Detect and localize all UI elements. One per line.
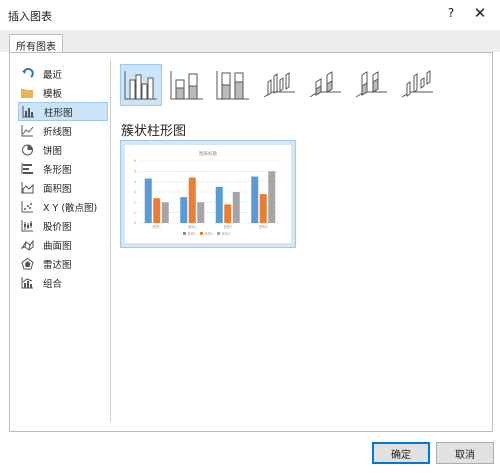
3d-clustered-column-icon	[262, 70, 296, 100]
sidebar-item-stock-chart[interactable]: 股价图	[18, 216, 108, 235]
sidebar-item-label: 条形图	[43, 164, 72, 176]
chart-preview: 图表标题 0 1 2 3 4 5 6 类别1 类别2 类别3 类别4 系列1 系列2 系列3	[125, 145, 291, 243]
bar-3-4	[268, 171, 276, 223]
sidebar-item-label: 饼图	[43, 145, 63, 157]
legend-label: 系列2	[205, 231, 213, 236]
chart-subtype-3d-clustered-column[interactable]	[258, 64, 300, 106]
legend-swatch	[200, 232, 203, 235]
sidebar-item-scatter-chart[interactable]: X Y (散点图)	[18, 197, 108, 216]
sidebar-item-surface-chart[interactable]: 曲面图	[18, 235, 108, 254]
sidebar-item-label: 最近	[43, 69, 63, 81]
bar-2-4	[259, 194, 267, 223]
chart-subtype-stacked-column[interactable]	[166, 64, 208, 106]
help-button[interactable]: ?	[444, 6, 458, 20]
sidebar-item-label: 股价图	[43, 221, 72, 233]
chart-subtype-3d-stacked-column[interactable]	[304, 64, 346, 106]
sidebar-item-bar-chart[interactable]: 条形图	[18, 159, 108, 178]
panel-divider	[110, 60, 111, 422]
tab-strip	[0, 30, 500, 52]
sidebar-item-column-chart[interactable]: 柱形图	[18, 102, 108, 121]
x-tick-label: 类别2	[188, 224, 196, 229]
sidebar-item-label: 面积图	[43, 183, 72, 195]
chart-subtype-100-stacked-column[interactable]	[212, 64, 254, 106]
combo-chart-icon	[20, 276, 34, 289]
bar-1-3	[215, 186, 223, 223]
chart-type-list: 最近模板柱形图折线图饼图条形图面积图 X Y (散点图) 股价图曲面图雷达图组合	[18, 64, 108, 292]
y-tick-label: 0	[134, 221, 136, 225]
dialog-titlebar: 插入图表 ? ✕	[0, 0, 500, 30]
y-tick-label: 5	[134, 170, 136, 174]
chart-subtype-clustered-column[interactable]	[120, 64, 162, 106]
clustered-column-icon	[124, 70, 158, 100]
chart-subtype-3d-column[interactable]	[396, 64, 438, 106]
selected-chart-name: 簇状柱形图	[121, 124, 187, 139]
preview-chart-title: 图表标题	[199, 150, 217, 157]
3d-column-icon	[400, 70, 434, 100]
chart-subtype-gallery	[120, 64, 442, 106]
bar-1-2	[180, 197, 188, 223]
preview-chart-svg: 图表标题 0 1 2 3 4 5 6 类别1 类别2 类别3 类别4 系列1 系列2 系列3	[134, 150, 281, 236]
x-tick-label: 类别1	[153, 224, 161, 229]
ok-button[interactable]: 确定	[372, 442, 430, 464]
legend-swatch	[217, 232, 220, 235]
cancel-button[interactable]: 取消	[436, 442, 494, 464]
line-chart-icon	[20, 124, 34, 137]
y-tick-label: 4	[134, 180, 136, 184]
sidebar-item-line-chart[interactable]: 折线图	[18, 121, 108, 140]
column-chart-icon	[21, 105, 35, 118]
sidebar-item-label: 雷达图	[43, 259, 72, 271]
sidebar-item-combo-chart[interactable]: 组合	[18, 273, 108, 292]
stock-chart-icon	[20, 219, 34, 232]
chart-preview-frame[interactable]: 图表标题 0 1 2 3 4 5 6 类别1 类别2 类别3 类别4 系列1 系列2 系列3	[120, 140, 296, 248]
bar-1-4	[251, 176, 259, 223]
bar-3-1	[161, 202, 169, 223]
100-stacked-column-icon	[216, 70, 250, 100]
legend-label: 系列1	[188, 231, 196, 236]
stacked-column-icon	[170, 70, 204, 100]
3d-100-stacked-column-icon	[354, 70, 388, 100]
pie-chart-icon	[20, 143, 34, 156]
sidebar-item-recent[interactable]: 最近	[18, 64, 108, 83]
sidebar-item-folder[interactable]: 模板	[18, 83, 108, 102]
bar-2-3	[224, 204, 232, 223]
sidebar-item-label: 模板	[43, 88, 63, 100]
bar-chart-icon	[20, 162, 34, 175]
sidebar-item-radar-chart[interactable]: 雷达图	[18, 254, 108, 273]
legend-label: 系列3	[222, 231, 230, 236]
scatter-chart-icon	[20, 200, 34, 213]
bar-2-1	[153, 198, 161, 223]
surface-chart-icon	[20, 238, 34, 251]
legend-swatch	[183, 232, 186, 235]
chart-subtype-3d-100-stacked-column[interactable]	[350, 64, 392, 106]
sidebar-item-label: X Y (散点图)	[43, 202, 98, 214]
x-tick-label: 类别3	[224, 224, 232, 229]
area-chart-icon	[20, 181, 34, 194]
sidebar-item-label: 曲面图	[43, 240, 72, 252]
sidebar-item-pie-chart[interactable]: 饼图	[18, 140, 108, 159]
radar-chart-icon	[20, 257, 34, 270]
y-tick-label: 2	[134, 201, 136, 205]
close-button[interactable]: ✕	[472, 4, 488, 22]
tab-all-charts[interactable]: 所有图表	[9, 34, 63, 53]
sidebar-item-label: 折线图	[43, 126, 72, 138]
y-tick-label: 1	[134, 211, 136, 215]
folder-icon	[20, 86, 34, 99]
bar-3-2	[197, 202, 205, 223]
3d-stacked-column-icon	[308, 70, 342, 100]
bar-3-3	[232, 192, 240, 223]
bar-1-1	[144, 178, 152, 223]
y-tick-label: 3	[134, 190, 136, 194]
sidebar-item-label: 柱形图	[44, 107, 73, 119]
bar-2-2	[188, 177, 196, 223]
sidebar-item-label: 组合	[43, 278, 63, 290]
x-tick-label: 类别4	[259, 224, 267, 229]
recent-icon	[20, 67, 34, 80]
dialog-title: 插入图表	[8, 10, 52, 23]
y-tick-label: 6	[134, 159, 136, 163]
sidebar-item-area-chart[interactable]: 面积图	[18, 178, 108, 197]
